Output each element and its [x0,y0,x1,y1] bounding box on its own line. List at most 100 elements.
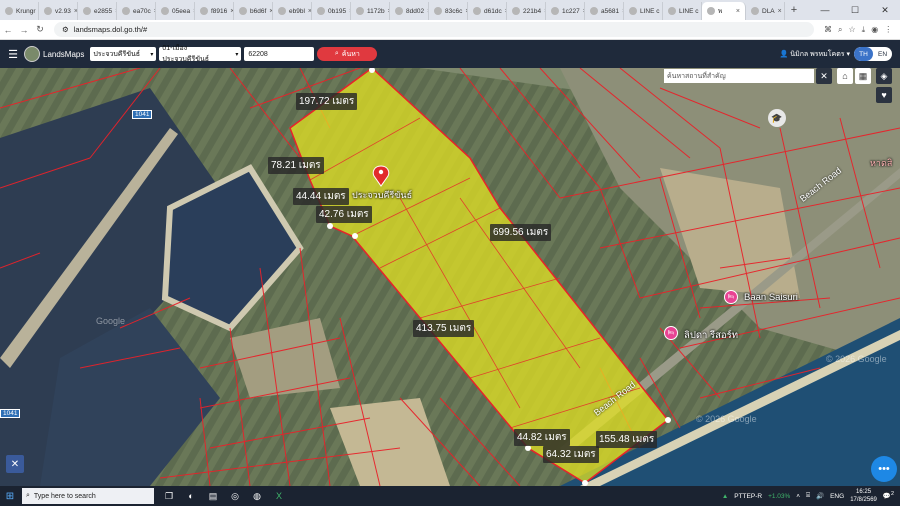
browser-tab[interactable]: LINE c× [663,2,702,20]
forward-icon[interactable]: → [16,25,32,35]
tab-favicon-icon [473,7,481,15]
reload-icon[interactable]: ↻ [32,24,48,35]
tab-label: ea70c [133,7,151,15]
hotel-icon[interactable]: 🛏 [664,326,678,340]
language-indicator[interactable]: ENG [830,493,844,500]
map-canvas[interactable]: ค้นหาสถานที่สำคัญ ✕ ⌂ ▦ ◈ ♥ ประจวบคีรีขั… [0,68,900,486]
district-select[interactable]: 01-เมืองประจวบคีรีขันธ์ ▾ [159,45,242,63]
new-tab-button[interactable]: + [785,4,803,16]
search-icon: ⌕ [334,50,339,57]
tab-label: 83c6c [445,7,463,15]
hotel-icon[interactable]: 🛏 [724,290,738,304]
back-icon[interactable]: ← [0,25,16,35]
stock-name[interactable]: PTTEP-R [734,493,762,500]
highway-shield: 1041 [0,409,21,418]
minimize-icon[interactable]: — [810,0,840,20]
browser-tab[interactable]: ea70c× [117,2,156,20]
url-text: landsmaps.dol.go.th/# [73,25,148,34]
maximize-icon[interactable]: ☐ [840,0,870,20]
browser-tab[interactable]: 1172b× [351,2,390,20]
tab-close-icon[interactable]: × [736,8,740,15]
chat-icon[interactable]: ◍ [248,488,266,504]
taskbar-search-input[interactable]: ⌕ Type here to search [22,488,154,504]
browser-tab[interactable]: eb9bl × [273,2,312,20]
browser-tab[interactable]: 8dd02× [390,2,429,20]
browser-tab[interactable]: v2.93 × [39,2,78,20]
tab-favicon-icon [707,7,715,15]
school-icon[interactable]: 🎓 [768,109,786,127]
file-explorer-icon[interactable]: ▤ [204,488,222,504]
measurement-label: 44.44 เมตร [293,188,349,205]
browser-tab[interactable]: 83c6c× [429,2,468,20]
chrome-icon[interactable]: ◎ [226,488,244,504]
windows-start-icon[interactable]: ⊞ [0,491,20,502]
place-label[interactable]: Baan Saisuri [744,292,798,303]
stock-change: +1.03% [768,492,791,500]
lang-th-button[interactable]: TH [854,47,873,61]
browser-tab[interactable]: a5681× [585,2,624,20]
browser-tab[interactable]: 0b195× [312,2,351,20]
tab-label: DLA [762,7,775,15]
clock[interactable]: 16:25 17/8/2569 [850,488,877,504]
measurement-label: 699.56 เมตร [490,224,552,241]
browser-tab[interactable]: 1c227× [546,2,585,20]
tab-favicon-icon [512,7,520,15]
layers-icon[interactable]: ◈ [876,68,892,84]
browser-tab[interactable]: d61dc× [468,2,507,20]
measure-tool-icon[interactable]: ✕ [6,455,24,473]
search-button[interactable]: ⌕ ค้นหา [317,47,378,61]
tab-favicon-icon [629,7,637,15]
browser-tab[interactable]: e2855× [78,2,117,20]
tab-favicon-icon [395,7,403,15]
zoom-icon[interactable]: ⌕ [838,25,842,35]
tab-close-icon[interactable]: × [778,8,782,15]
download-icon[interactable]: ⤓ [862,25,866,35]
parcel-number-input[interactable]: 62208 [244,47,315,61]
tab-favicon-icon [161,7,169,15]
province-select[interactable]: ประจวบคีรีขันธ์ ▾ [90,47,157,61]
site-info-icon[interactable]: ⚙ [62,25,69,34]
browser-tab-strip: Krungr×v2.93×e2855×ea70c×05eea×f8916×b6d… [0,0,900,20]
more-options-button[interactable]: ••• [871,456,897,482]
user-menu[interactable]: 👤 นิมิกล พรหมโคตร ▾ [780,49,850,60]
favorite-heart-icon[interactable]: ♥ [876,87,892,103]
close-window-icon[interactable]: ✕ [870,0,900,20]
tray-chevron-icon[interactable]: ˄ [796,493,800,500]
grid-icon[interactable]: ▦ [855,68,871,84]
map-watermark: © 2026 Google [696,414,757,424]
edge-icon[interactable]: ◐ [182,488,200,504]
hamburger-menu-icon[interactable]: ☰ [2,48,24,61]
task-view-icon[interactable]: ❐ [160,488,178,504]
profile-icon[interactable]: ◉ [871,25,878,35]
excel-icon[interactable]: X [270,488,288,504]
browser-tab[interactable]: DLA × [746,2,785,20]
browser-tab[interactable]: 221b4× [507,2,546,20]
bookmark-star-icon[interactable]: ☆ [848,25,855,35]
place-search-input[interactable]: ค้นหาสถานที่สำคัญ [664,69,814,83]
browser-tab[interactable]: b6d6f × [234,2,273,20]
home-icon[interactable]: ⌂ [837,68,853,84]
browser-tab[interactable]: Krungr× [0,2,39,20]
tab-label: 1c227 [562,7,580,15]
map-watermark: © 2026 Google [826,354,887,364]
menu-dots-icon[interactable]: ⋮ [884,25,892,35]
notification-icon[interactable]: 💬2 [883,491,894,500]
clear-search-icon[interactable]: ✕ [816,68,832,84]
tab-label: 221b4 [523,7,542,15]
browser-tab[interactable]: LINE c× [624,2,663,20]
place-label[interactable]: ลิปดา รีสอร์ท [684,328,738,343]
translate-icon[interactable]: ⌘ [824,25,832,35]
measurement-label: 197.72 เมตร [296,93,358,110]
volume-icon[interactable]: 🔊 [816,492,824,500]
url-field[interactable]: ⚙ landsmaps.dol.go.th/# [54,22,814,37]
network-icon[interactable]: ⌸ [806,492,810,500]
measurement-label: 42.76 เมตร [316,206,372,223]
chevron-down-icon: ▾ [846,50,850,58]
browser-tab[interactable]: 05eea× [156,2,195,20]
stock-up-icon: ▲ [721,492,729,500]
browser-tab[interactable]: f8916 × [195,2,234,20]
address-bar: ← → ↻ ⚙ landsmaps.dol.go.th/# ⌘ ⌕ ☆ ⤓ ◉ … [0,20,900,40]
browser-tab[interactable]: พ × [702,2,746,20]
map-watermark: Google [96,316,126,326]
lang-en-button[interactable]: EN [873,47,892,61]
